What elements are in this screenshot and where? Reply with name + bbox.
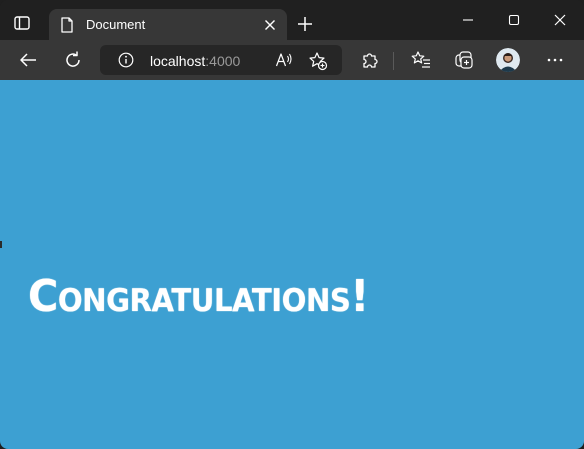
- avatar[interactable]: [496, 48, 520, 72]
- info-icon[interactable]: [118, 52, 134, 68]
- toolbar-separator: [393, 52, 394, 70]
- tab-document[interactable]: Document: [49, 9, 287, 40]
- minimize-icon: [463, 19, 473, 21]
- page-content: Congratulations!: [0, 80, 584, 449]
- maximize-icon: [508, 14, 520, 26]
- address-bar[interactable]: localhost:4000: [100, 45, 342, 75]
- read-aloud-icon[interactable]: [275, 51, 293, 69]
- favorites-icon[interactable]: [411, 50, 431, 70]
- refresh-icon[interactable]: [63, 50, 83, 70]
- maximize-button[interactable]: [490, 0, 536, 40]
- puzzle-icon[interactable]: [360, 50, 380, 70]
- minimize-button[interactable]: [444, 0, 490, 40]
- url-port: :4000: [205, 53, 241, 69]
- congratulations-heading: Congratulations!: [28, 271, 369, 322]
- tab-title: Document: [86, 17, 146, 32]
- window-edge-marker: [0, 241, 2, 248]
- url-host: localhost: [150, 53, 206, 69]
- collections-icon[interactable]: [454, 50, 474, 70]
- toolbar: localhost:4000: [0, 40, 584, 80]
- close-icon: [554, 14, 566, 26]
- more-icon[interactable]: [545, 50, 565, 70]
- star-plus-icon[interactable]: [308, 51, 328, 71]
- close-icon[interactable]: [264, 18, 276, 30]
- back-arrow-icon[interactable]: [18, 50, 38, 70]
- close-window-button[interactable]: [536, 0, 582, 40]
- plus-icon[interactable]: [297, 16, 313, 32]
- browser-window: Document localhost:4000 Congratulations!: [0, 0, 584, 449]
- tab-actions-icon[interactable]: [13, 14, 31, 32]
- document-icon: [60, 17, 74, 33]
- url-text[interactable]: localhost:4000: [150, 53, 240, 69]
- tab-strip: Document: [0, 0, 584, 40]
